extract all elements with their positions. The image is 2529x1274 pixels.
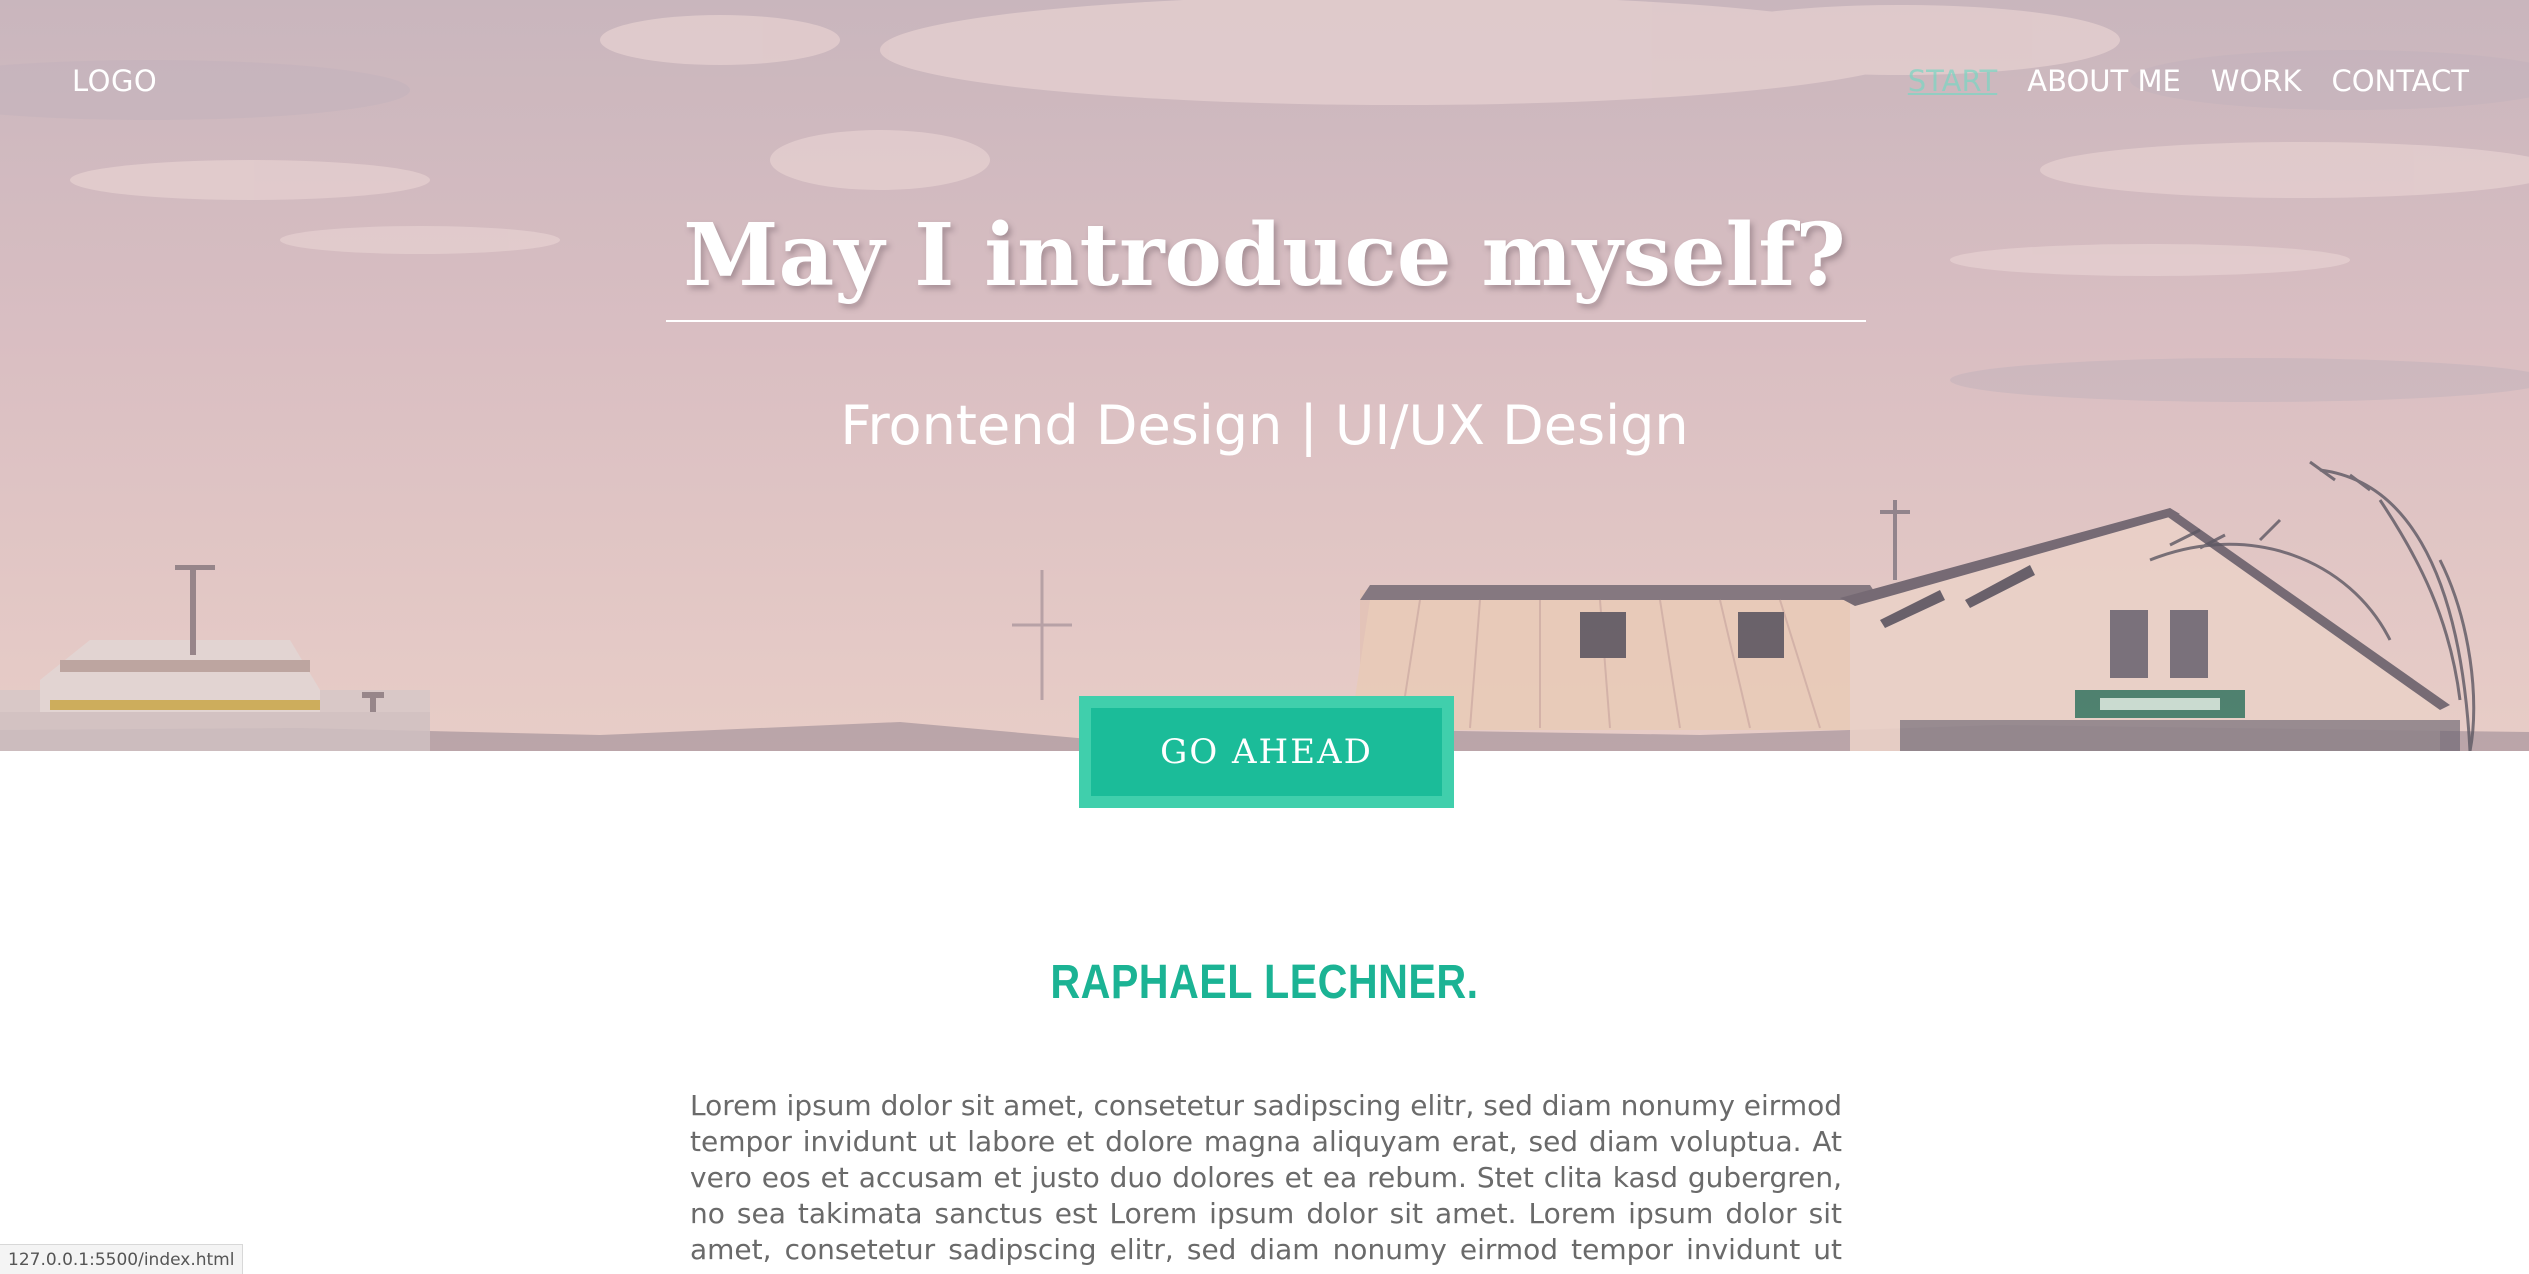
about-bio-text: Lorem ipsum dolor sit amet, consetetur s…: [690, 1089, 1842, 1274]
go-ahead-button[interactable]: GO AHEAD: [1079, 696, 1454, 808]
nav-item-contact[interactable]: CONTACT: [2331, 64, 2469, 98]
nav-item-about-me[interactable]: ABOUT ME: [2027, 64, 2181, 98]
logo[interactable]: LOGO: [72, 64, 157, 98]
hero-divider: [666, 320, 1866, 322]
nav-menu: START ABOUT ME WORK CONTACT: [1908, 64, 2469, 98]
hero-subtitle: Frontend Design | UI/UX Design: [840, 394, 1689, 457]
about-name-heading: RAPHAEL LECHNER.: [1050, 956, 1479, 1009]
hero-section: LOGO START ABOUT ME WORK CONTACT May I i…: [0, 0, 2529, 751]
hero-title: May I introduce myself?: [683, 205, 1846, 306]
page: LOGO START ABOUT ME WORK CONTACT May I i…: [0, 0, 2529, 1274]
nav-item-start[interactable]: START: [1908, 64, 1997, 98]
nav-item-work[interactable]: WORK: [2211, 64, 2302, 98]
top-navigation: LOGO START ABOUT ME WORK CONTACT: [0, 0, 2529, 170]
browser-status-url: 127.0.0.1:5500/index.html: [0, 1244, 244, 1274]
